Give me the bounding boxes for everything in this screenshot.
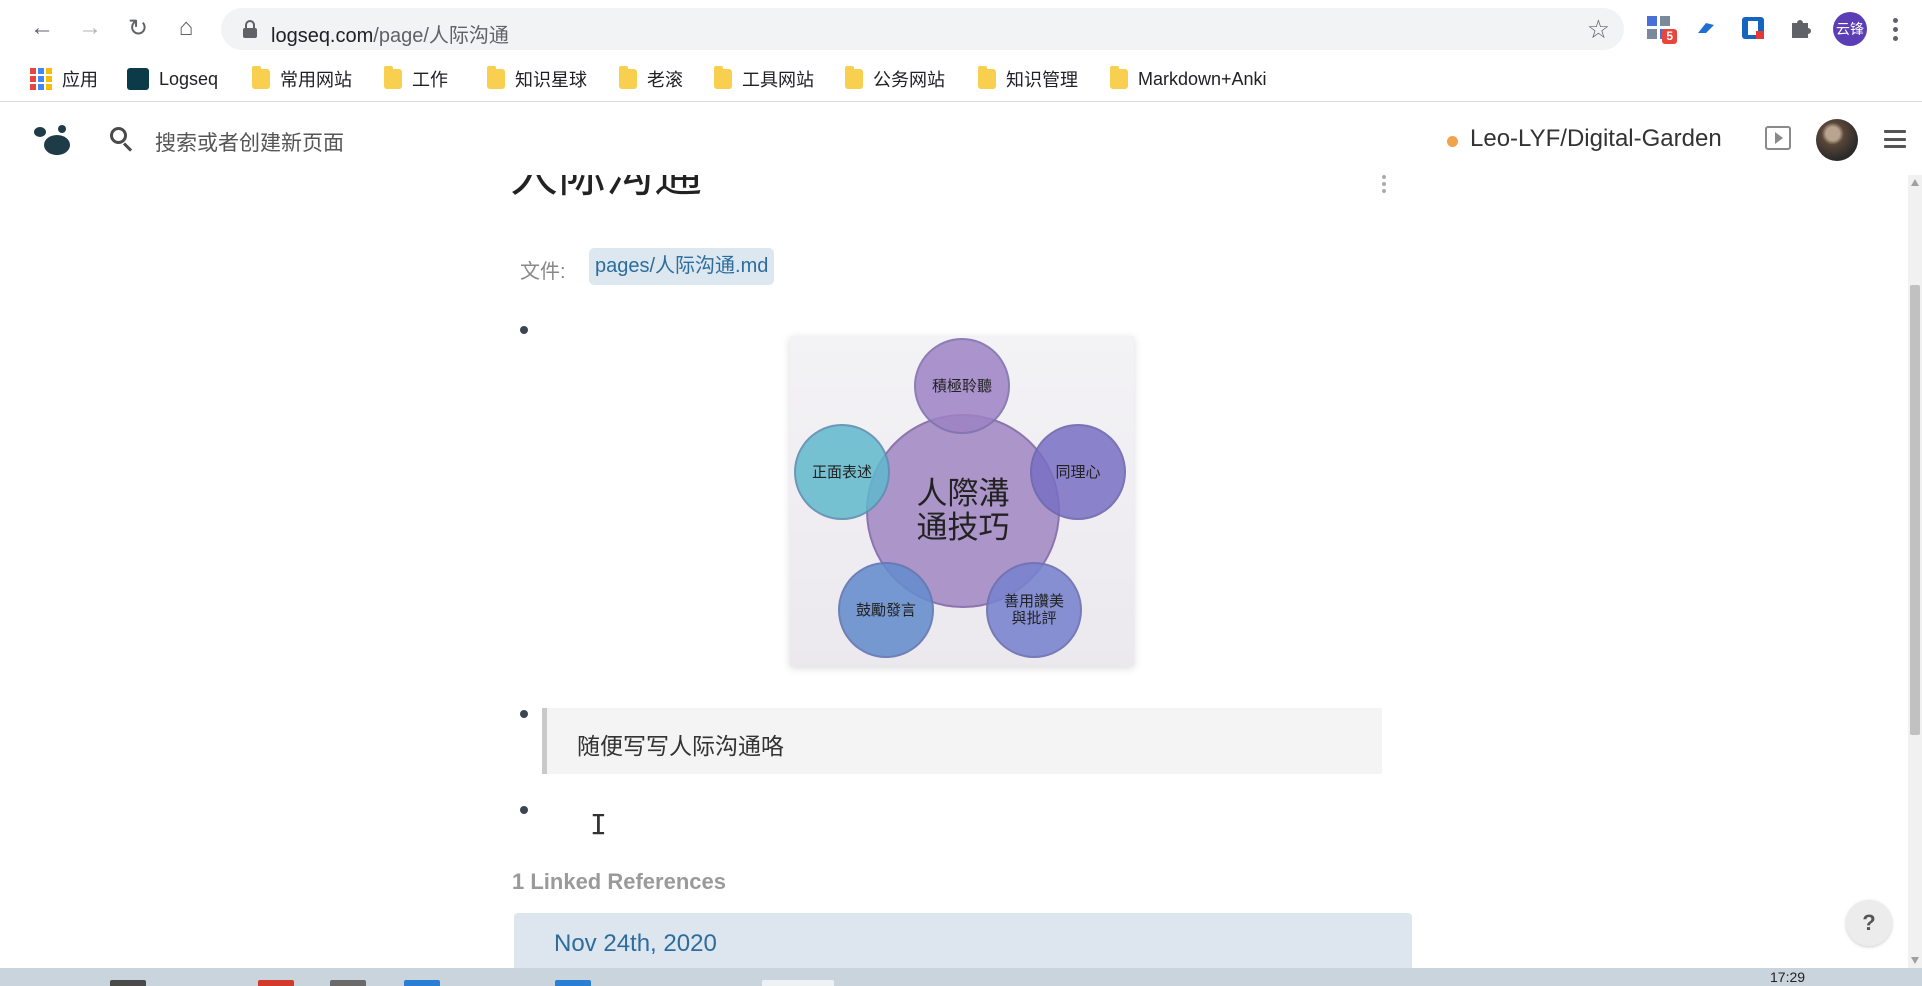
url-host: logseq.com bbox=[271, 25, 374, 47]
reference-card[interactable]: Nov 24th, 2020 bbox=[514, 913, 1412, 968]
page-content: 人际沟通 文件: pages/人际沟通.md 人際溝 通技巧 積極聆聽 正面表述 … bbox=[10, 175, 1912, 968]
bookmark-label: 常用网站 bbox=[280, 70, 352, 90]
bookmark-folder[interactable]: 知识星球 bbox=[487, 65, 587, 93]
bookmarks-bar: 应用 Logseq 常用网站 工作 知识星球 老滚 工具网站 公务网站 知识管理… bbox=[0, 56, 1922, 102]
presentation-icon[interactable] bbox=[1765, 126, 1791, 150]
block-bullet[interactable] bbox=[520, 806, 528, 814]
taskbar-item[interactable] bbox=[110, 980, 146, 986]
diagram-node-line: 善用讚美 bbox=[1003, 593, 1064, 610]
url-text[interactable]: logseq.com/page/人际沟通 bbox=[271, 19, 509, 48]
user-avatar[interactable] bbox=[1816, 119, 1858, 161]
bookmark-apps[interactable]: 应用 bbox=[30, 65, 98, 93]
bookmark-label: 工具网站 bbox=[742, 70, 814, 90]
quote-text: 随便写写人际沟通咯 bbox=[577, 733, 784, 759]
url-path: /page/人际沟通 bbox=[373, 25, 509, 47]
quote-block[interactable]: 随便写写人际沟通咯 bbox=[542, 708, 1382, 774]
bookmark-folder[interactable]: 工作 bbox=[384, 65, 448, 93]
bookmark-label: Logseq bbox=[159, 68, 219, 89]
diagram-node: 正面表述 bbox=[794, 424, 890, 520]
page-more-icon[interactable] bbox=[1382, 175, 1388, 193]
diagram-node-line: 與批評 bbox=[1011, 610, 1057, 627]
folder-icon bbox=[714, 66, 732, 89]
bookmark-folder[interactable]: 常用网站 bbox=[252, 65, 352, 93]
scroll-thumb[interactable] bbox=[1910, 285, 1920, 735]
address-bar[interactable]: logseq.com/page/人际沟通 ☆ bbox=[221, 8, 1624, 50]
diagram-node: 積極聆聽 bbox=[914, 338, 1010, 434]
help-button[interactable]: ? bbox=[1846, 900, 1892, 946]
repo-name[interactable]: Leo-LYF/Digital-Garden bbox=[1470, 125, 1722, 153]
browser-toolbar: ← → ↻ ⌂ logseq.com/page/人际沟通 ☆ 5 云锋 bbox=[0, 0, 1922, 56]
scroll-up-icon[interactable] bbox=[1911, 179, 1919, 186]
menu-icon[interactable] bbox=[1884, 130, 1906, 148]
extensions-puzzle-icon[interactable] bbox=[1784, 12, 1816, 44]
folder-icon bbox=[619, 66, 637, 89]
folder-icon bbox=[1110, 66, 1128, 89]
taskbar: 17:29 bbox=[0, 968, 1922, 986]
logseq-icon bbox=[127, 68, 149, 90]
file-label: 文件: bbox=[520, 261, 566, 283]
linked-references-title[interactable]: 1 Linked References bbox=[512, 869, 726, 895]
scroll-down-icon[interactable] bbox=[1911, 957, 1919, 964]
block-bullet[interactable] bbox=[520, 326, 528, 334]
logseq-header: 搜索或者创建新页面 Leo-LYF/Digital-Garden bbox=[10, 103, 1922, 175]
bookmark-star-icon[interactable]: ☆ bbox=[1587, 14, 1610, 45]
diagram-center-line: 人際溝 bbox=[916, 476, 1010, 511]
apps-grid-icon bbox=[30, 68, 52, 90]
extension-badge: 5 bbox=[1662, 29, 1677, 44]
bookmark-label: 应用 bbox=[62, 70, 98, 90]
reference-date-link[interactable]: Nov 24th, 2020 bbox=[554, 930, 717, 958]
folder-icon bbox=[487, 66, 505, 89]
forward-arrow-icon[interactable]: → bbox=[73, 11, 107, 45]
taskbar-item[interactable] bbox=[762, 980, 834, 986]
extension-translate-icon[interactable] bbox=[1690, 12, 1722, 44]
text-cursor: I bbox=[590, 808, 607, 841]
taskbar-item[interactable] bbox=[330, 980, 366, 986]
folder-icon bbox=[845, 66, 863, 89]
taskbar-item[interactable] bbox=[404, 980, 440, 986]
taskbar-clock: 17:29 bbox=[1770, 969, 1806, 985]
file-path-link[interactable]: pages/人际沟通.md bbox=[589, 248, 775, 285]
home-icon[interactable]: ⌂ bbox=[169, 11, 203, 45]
folder-icon bbox=[978, 66, 996, 89]
bookmark-folder[interactable]: 工具网站 bbox=[714, 65, 814, 93]
bookmark-label: 知识星球 bbox=[515, 70, 587, 90]
browser-menu-icon[interactable] bbox=[1885, 12, 1905, 46]
bookmark-label: Markdown+Anki bbox=[1138, 68, 1267, 89]
extension-app-icon[interactable]: 5 bbox=[1643, 12, 1677, 44]
diagram-center-line: 通技巧 bbox=[916, 510, 1010, 545]
page-title[interactable]: 人际沟通 bbox=[510, 175, 702, 205]
search-icon[interactable] bbox=[110, 127, 134, 152]
profile-avatar[interactable]: 云锋 bbox=[1833, 12, 1867, 46]
image-block[interactable]: 人際溝 通技巧 積極聆聽 正面表述 同理心 鼓勵發言 善用讚美 與批評 bbox=[790, 336, 1134, 666]
bookmark-label: 知识管理 bbox=[1006, 70, 1078, 90]
bookmark-logseq[interactable]: Logseq bbox=[127, 65, 218, 93]
bookmark-label: 工作 bbox=[412, 70, 448, 90]
reload-icon[interactable]: ↻ bbox=[121, 11, 155, 45]
diagram-node: 善用讚美 與批評 bbox=[986, 562, 1082, 658]
taskbar-item[interactable] bbox=[258, 980, 294, 986]
repo-status-dot bbox=[1447, 136, 1458, 147]
taskbar-item[interactable] bbox=[555, 980, 591, 986]
scrollbar[interactable] bbox=[1908, 175, 1922, 968]
bookmark-label: 老滚 bbox=[647, 70, 683, 90]
bookmark-folder[interactable]: 老滚 bbox=[619, 65, 683, 93]
bookmark-folder[interactable]: 公务网站 bbox=[845, 65, 945, 93]
logseq-logo-icon[interactable] bbox=[34, 125, 78, 161]
extension-dictionary-icon[interactable] bbox=[1737, 12, 1769, 44]
folder-icon bbox=[252, 66, 270, 89]
block-bullet[interactable] bbox=[520, 710, 528, 718]
folder-icon bbox=[384, 66, 402, 89]
bookmark-folder[interactable]: 知识管理 bbox=[978, 65, 1078, 93]
back-arrow-icon[interactable]: ← bbox=[25, 11, 59, 45]
lock-icon bbox=[243, 20, 257, 38]
search-input[interactable]: 搜索或者创建新页面 bbox=[155, 127, 344, 157]
diagram-node: 鼓勵發言 bbox=[838, 562, 934, 658]
bookmark-folder[interactable]: Markdown+Anki bbox=[1110, 65, 1267, 93]
bookmark-label: 公务网站 bbox=[873, 70, 945, 90]
diagram-node: 同理心 bbox=[1030, 424, 1126, 520]
